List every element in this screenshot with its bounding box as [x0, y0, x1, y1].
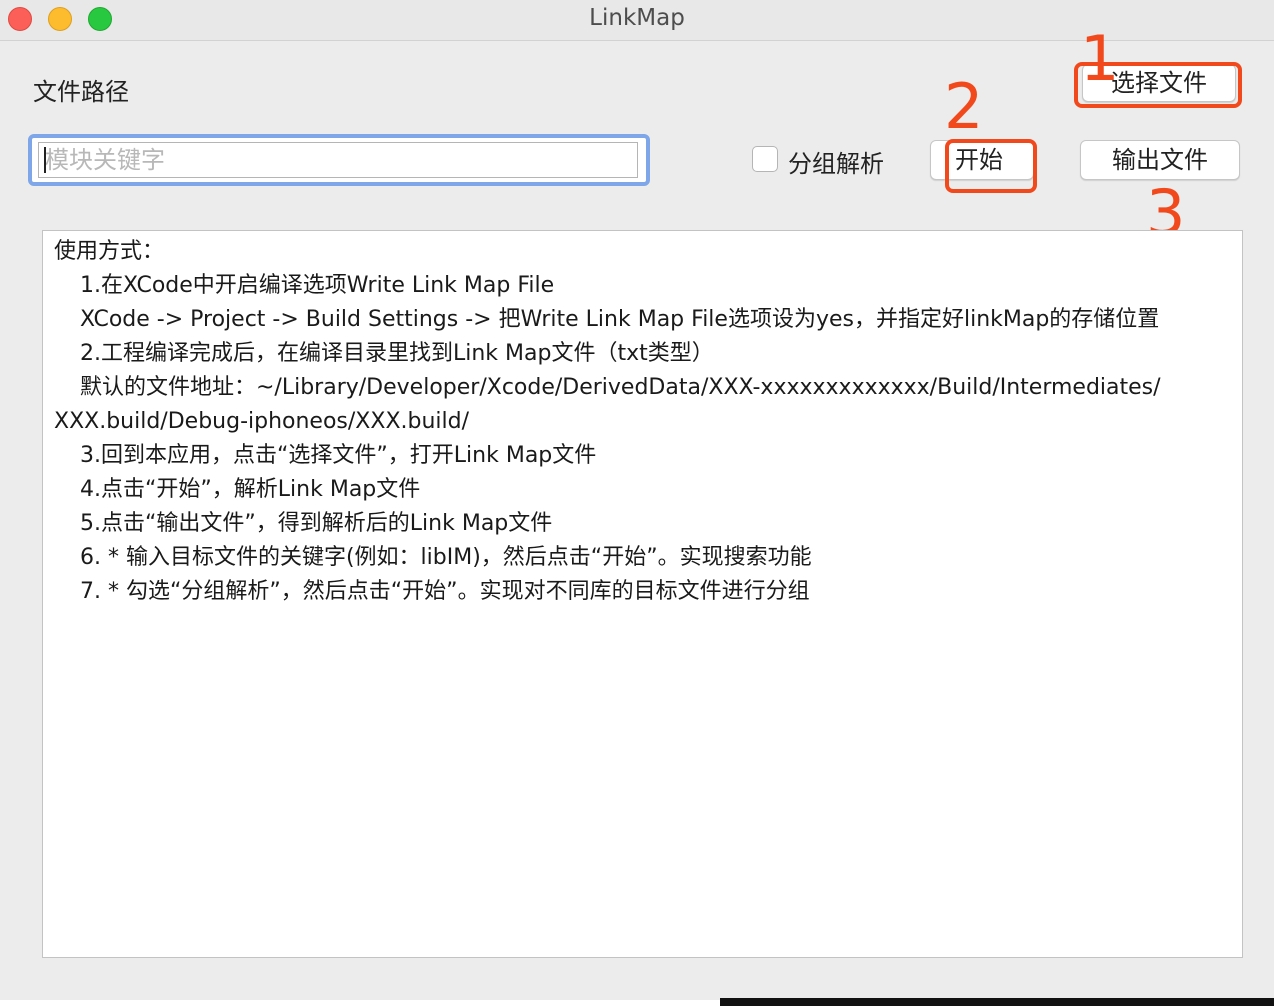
instruction-line: 默认的文件地址：~/Library/Developer/Xcode/Derive… [80, 375, 1161, 400]
keyword-search-input[interactable] [38, 142, 638, 178]
instruction-line: 7. * 勾选“分组解析”，然后点击“开始”。实现对不同库的目标文件进行分组 [80, 579, 810, 604]
group-parse-label: 分组解析 [788, 150, 884, 178]
linkmap-window: LinkMap 文件路径 分组解析 选择文件 开始 输出文件 1 2 3 使用方… [0, 0, 1274, 1000]
group-parse-checkbox[interactable] [752, 146, 778, 172]
instruction-line: 5.点击“输出文件”，得到解析后的Link Map文件 [80, 511, 553, 536]
instruction-line: 2.工程编译完成后，在编译目录里找到Link Map文件（txt类型） [80, 341, 714, 366]
instruction-line: XXX.build/Debug-iphoneos/XXX.build/ [54, 409, 470, 434]
text-caret [44, 147, 46, 173]
instructions-text-view[interactable]: 使用方式： 1.在XCode中开启编译选项Write Link Map File… [42, 230, 1243, 958]
instruction-line: 1.在XCode中开启编译选项Write Link Map File [80, 273, 555, 298]
instruction-line: 4.点击“开始”，解析Link Map文件 [80, 477, 421, 502]
instruction-line: XCode -> Project -> Build Settings -> 把W… [80, 307, 1160, 332]
start-highlight [945, 139, 1037, 193]
file-path-label: 文件路径 [33, 78, 129, 106]
instruction-line: 3.回到本应用，点击“选择文件”，打开Link Map文件 [80, 443, 597, 468]
step-2-marker: 2 [944, 70, 984, 143]
instruction-line: 6. * 输入目标文件的关键字(例如：libIM)，然后点击“开始”。实现搜索功… [80, 545, 812, 570]
instruction-line: 使用方式： [54, 239, 165, 264]
step-1-marker: 1 [1080, 22, 1120, 95]
search-field-focus-ring [28, 134, 650, 186]
background-terminal-strip [720, 998, 1274, 1006]
output-file-button[interactable]: 输出文件 [1080, 140, 1240, 180]
